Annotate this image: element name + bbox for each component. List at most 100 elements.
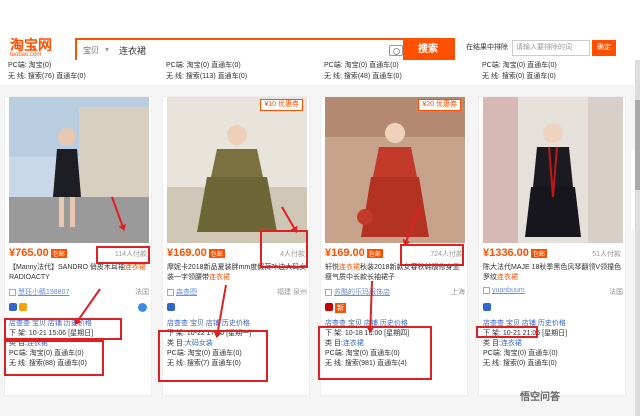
annotation-box-buyers-2 bbox=[260, 230, 308, 268]
badge-icons: 新 bbox=[325, 303, 346, 313]
shop-row: 苏酷的乐玛服饰店 上海 bbox=[325, 287, 465, 297]
shop-row: 慧珏小鲭198807 法国 bbox=[9, 287, 149, 297]
product-image[interactable] bbox=[9, 97, 149, 243]
free-shipping-badge: 包邮 bbox=[50, 248, 67, 258]
price-value: ¥1336.00 bbox=[483, 247, 529, 259]
page-scrollbar[interactable] bbox=[635, 60, 640, 416]
prev-stats-3: PC端: 淘宝(0) 直通车(0) 无 线: 搜索(48) 直通车(0) bbox=[324, 60, 402, 82]
prev-pc-stat: PC端: 淘宝(0) bbox=[8, 62, 52, 69]
tool-links[interactable]: 店查查 宝贝 店铺 历史价格 bbox=[167, 319, 307, 329]
category-label: 类 目: bbox=[483, 340, 501, 347]
shop-name[interactable]: 慧珏小鲭198807 bbox=[18, 289, 69, 296]
price-value: ¥765.00 bbox=[9, 247, 49, 259]
previous-row-stats: PC端: 淘宝(0) 无 线: 搜索(76) 直通车(0) PC端: 淘宝(0)… bbox=[0, 60, 640, 85]
annotation-box-shelf-4 bbox=[476, 326, 538, 338]
product-price: ¥765.00 包邮 bbox=[9, 247, 67, 259]
search-input[interactable]: 连衣裙 bbox=[119, 44, 146, 57]
search-button[interactable]: 搜索 bbox=[403, 40, 453, 60]
shop-location: 上海 bbox=[451, 289, 465, 296]
taobao-logo-sub: taobao.com bbox=[10, 52, 42, 58]
coupon-badge[interactable]: ¥10 优惠券 bbox=[260, 99, 303, 111]
title-keyword: 连衣裙 bbox=[497, 274, 518, 281]
shop-icon bbox=[167, 288, 174, 296]
title-keyword: 连衣裙 bbox=[124, 264, 146, 271]
product-card[interactable]: ¥1336.00 包邮 51人付款 陈大法代MAJE 18秋季黑色风琴翻领V领撞色… bbox=[478, 96, 626, 396]
product-title[interactable]: 陈大法代MAJE 18秋季黑色风琴翻领V领撞色罗纹连衣裙 bbox=[483, 263, 623, 283]
free-shipping-badge: 包邮 bbox=[366, 248, 383, 258]
camera-icon[interactable] bbox=[389, 45, 403, 56]
product-photo bbox=[483, 97, 623, 243]
prev-pc-stat: PC端: 淘宝(0) 直通车(0) bbox=[482, 62, 557, 69]
search-category-select[interactable]: 宝贝 bbox=[83, 45, 99, 56]
badge-icons bbox=[167, 303, 177, 313]
product-image[interactable]: ¥10 优惠券 bbox=[167, 97, 307, 243]
free-shipping-badge: 包邮 bbox=[530, 248, 547, 258]
annotation-box-shelf-1 bbox=[4, 318, 122, 340]
shop-name[interactable]: 苏酷的乐玛服饰店 bbox=[334, 289, 390, 296]
product-price: ¥1336.00 包邮 bbox=[483, 247, 547, 259]
title-text: 【Manny法代】SANDRO 俏皮木耳袖 bbox=[9, 264, 125, 271]
annotation-box-buyers-3 bbox=[400, 244, 464, 266]
chevron-down-icon[interactable]: ▾ bbox=[105, 45, 109, 54]
shop-icon bbox=[483, 287, 490, 294]
annotation-box-stats-2 bbox=[158, 330, 268, 382]
free-shipping-badge: 包邮 bbox=[208, 248, 225, 258]
shop-icon bbox=[325, 288, 332, 296]
new-label: 新 bbox=[335, 303, 346, 313]
shop-row: 森查图 福建 泉州 bbox=[167, 287, 307, 297]
price-value: ¥169.00 bbox=[167, 247, 207, 259]
title-keyword: 连衣裙 bbox=[339, 264, 360, 271]
product-price: ¥169.00 包邮 bbox=[167, 247, 225, 259]
result-exclude-confirm-button[interactable]: 确定 bbox=[592, 40, 616, 56]
badge-icons bbox=[9, 303, 29, 313]
annotation-box-buyers-1 bbox=[96, 246, 150, 264]
product-price: ¥169.00 包邮 bbox=[325, 247, 383, 259]
taobao-icon[interactable] bbox=[9, 303, 17, 311]
annotation-box-stats-1 bbox=[4, 340, 104, 376]
shop-name[interactable]: 森查图 bbox=[176, 289, 197, 296]
product-photo bbox=[9, 97, 149, 243]
shop-location: 法国 bbox=[135, 289, 149, 296]
prev-pc-stat: PC端: 淘宝(0) 直通车(0) bbox=[166, 62, 241, 69]
taobao-icon[interactable] bbox=[167, 303, 175, 311]
result-exclude-input[interactable]: 请输入要排除的词 bbox=[512, 40, 590, 56]
prev-stats-4: PC端: 淘宝(0) 直通车(0) 无 线: 搜索(0) 直通车(0) bbox=[482, 60, 557, 82]
prev-wx-stat: 无 线: 搜索(76) 直通车(0) bbox=[8, 73, 86, 80]
buyer-count: 51人付款 bbox=[592, 251, 621, 258]
price-value: ¥169.00 bbox=[325, 247, 365, 259]
wangwang-icon[interactable] bbox=[138, 303, 147, 312]
title-keyword: 连衣裙 bbox=[209, 274, 230, 281]
shop-icon bbox=[9, 288, 16, 296]
shop-location: 福建 泉州 bbox=[277, 289, 307, 296]
category-value[interactable]: 连衣裙 bbox=[501, 340, 522, 347]
prev-pc-stat: PC端: 淘宝(0) 直通车(0) bbox=[324, 62, 399, 69]
shop-name[interactable]: yuanbuum bbox=[492, 287, 525, 294]
coupon-badge[interactable]: ¥20 优惠券 bbox=[418, 99, 461, 111]
product-image[interactable]: ¥20 优惠券 bbox=[325, 97, 465, 243]
taobao-logo[interactable]: 淘宝网 bbox=[10, 38, 52, 52]
shop-location: 法国 bbox=[609, 289, 623, 296]
title-text: 轩悦 bbox=[325, 264, 339, 271]
shop-row: yuanbuum 法国 bbox=[483, 287, 623, 296]
prev-wx-stat: 无 线: 搜索(113) 直通车(0) bbox=[166, 73, 248, 80]
product-title[interactable]: 轩悦连衣裙秋装2018新款女春秋韩版修身显瘦气质中长款长袖裙子 bbox=[325, 263, 465, 283]
badge-icons bbox=[483, 303, 493, 313]
annotation-box-stats-3 bbox=[318, 326, 432, 380]
pc-stats: PC端: 淘宝(0) 直通车(0) bbox=[483, 350, 558, 357]
product-photo bbox=[325, 97, 465, 243]
product-image[interactable] bbox=[483, 97, 623, 243]
result-exclude-label: 在结果中排除 bbox=[466, 44, 508, 51]
prev-stats-2: PC端: 淘宝(0) 直通车(0) 无 线: 搜索(113) 直通车(0) bbox=[166, 60, 247, 82]
mobile-stats: 无 线: 搜索(0) 直通车(0) bbox=[483, 360, 557, 367]
tmall-icon[interactable] bbox=[325, 303, 333, 311]
product-title[interactable]: 【Manny法代】SANDRO 俏皮木耳袖连衣裙 RADIOACTY bbox=[9, 263, 149, 283]
gold-seller-icon[interactable] bbox=[19, 303, 27, 311]
category-line: 类 目:连衣裙 bbox=[483, 339, 623, 349]
site-header: 淘宝网 taobao.com 宝贝 ▾ 连衣裙 搜索 在结果中排除 请输入要排除… bbox=[0, 0, 640, 62]
search-bar: 宝贝 ▾ 连衣裙 搜索 bbox=[75, 38, 455, 62]
product-photo bbox=[167, 97, 307, 243]
scroll-thumb[interactable] bbox=[635, 100, 640, 190]
watermark-text: 悟空问答 bbox=[520, 392, 560, 403]
prev-wx-stat: 无 线: 搜索(48) 直通车(0) bbox=[324, 73, 402, 80]
taobao-icon[interactable] bbox=[483, 303, 491, 311]
